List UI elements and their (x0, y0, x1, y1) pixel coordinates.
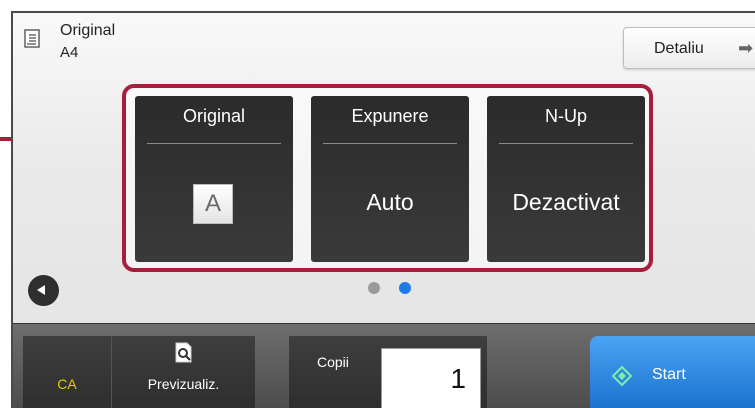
tile-divider (147, 143, 281, 144)
detail-button[interactable]: Detaliu ➡ (623, 27, 755, 69)
page-dot-2-active[interactable] (399, 282, 411, 294)
copies-count-field[interactable]: 1 (381, 348, 481, 408)
start-button-label: Start (652, 366, 686, 383)
preview-magnifier-icon (175, 342, 192, 363)
page-dot-1[interactable] (368, 282, 380, 294)
n-up-value: Dezactivat (512, 189, 620, 215)
ca-button[interactable]: CA (23, 336, 111, 408)
orientation-a-icon: A (193, 184, 233, 224)
exposure-tile[interactable]: Expunere Auto (311, 96, 469, 262)
original-tile[interactable]: Original A (135, 96, 293, 262)
start-diamond-icon (612, 366, 632, 386)
copies-panel: Copii 1 (289, 336, 487, 408)
copies-label: Copii (317, 354, 349, 370)
exposure-value: Auto (366, 189, 414, 215)
tile-title-n-up: N-Up (544, 106, 587, 126)
arrow-right-icon: ➡ (738, 38, 754, 58)
tile-title-exposure: Expunere (351, 106, 429, 126)
back-arrow-icon[interactable] (28, 275, 59, 306)
document-icon (24, 29, 40, 48)
n-up-tile[interactable]: N-Up Dezactivat (487, 96, 645, 262)
tile-divider (499, 143, 633, 144)
preview-button-label: Previzualiz. (147, 376, 220, 392)
detail-button-label: Detaliu (654, 40, 704, 57)
tile-divider (323, 143, 457, 144)
original-size: A4 (60, 44, 79, 61)
copy-screen: Original A4 Detaliu ➡ Original A Expuner… (11, 11, 755, 408)
ca-button-label: CA (57, 376, 77, 392)
preview-button[interactable]: Previzualiz. (111, 336, 255, 408)
start-button[interactable]: Start (590, 336, 755, 408)
tile-title-original: Original (182, 106, 246, 126)
original-label: Original (60, 22, 116, 39)
